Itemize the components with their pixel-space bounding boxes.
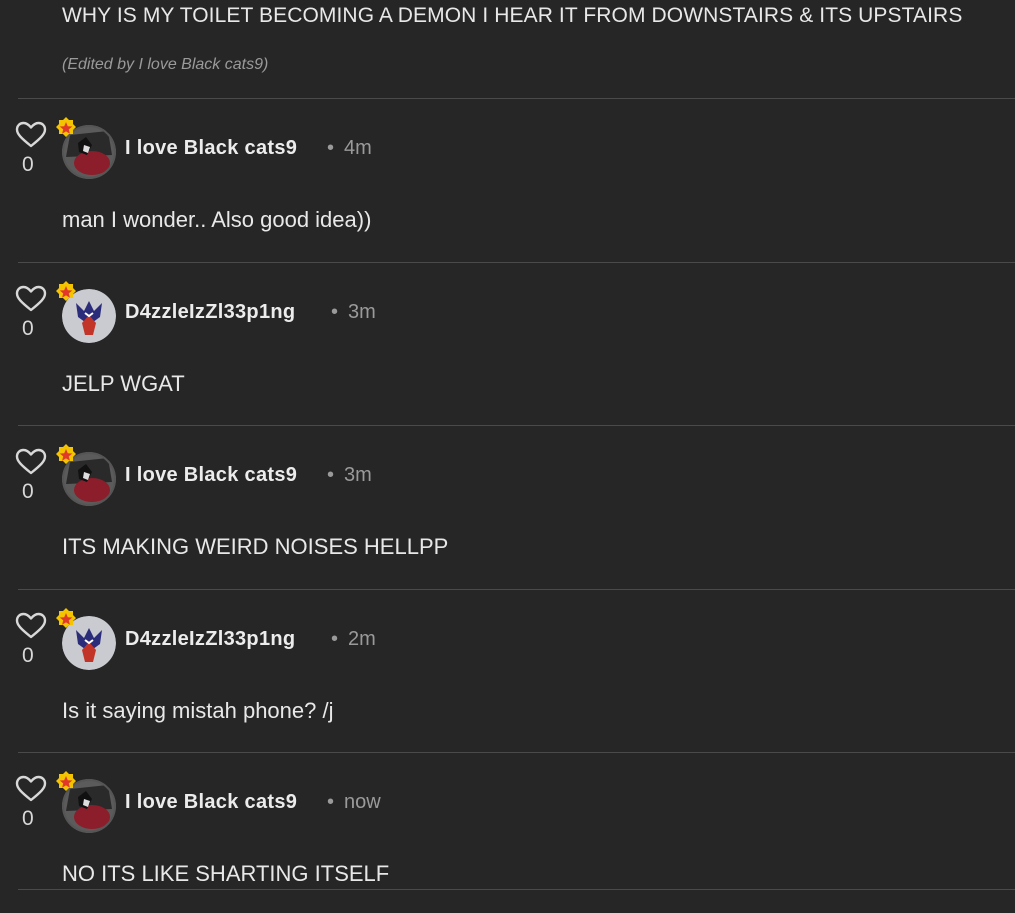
star-badge-icon bbox=[53, 116, 79, 142]
comment-text: NO ITS LIKE SHARTING ITSELF bbox=[62, 861, 390, 886]
comment-item: 0 I love Black cats9 • 4m man I wonder..… bbox=[0, 99, 1015, 259]
like-button[interactable] bbox=[15, 448, 47, 476]
comment-item: 0 I love Black cats9 • 3m ITS MAKING WEI… bbox=[0, 426, 1015, 586]
author-name[interactable]: I love Black cats9 bbox=[125, 137, 297, 160]
author-name[interactable]: D4zzleIzZl33p1ng bbox=[125, 301, 295, 324]
like-count: 0 bbox=[22, 153, 34, 176]
like-button[interactable] bbox=[15, 775, 47, 803]
timestamp: 3m bbox=[348, 301, 376, 323]
like-button[interactable] bbox=[15, 285, 47, 313]
comment-text: ITS MAKING WEIRD NOISES HELLPP bbox=[62, 534, 449, 559]
author-name[interactable]: I love Black cats9 bbox=[125, 464, 297, 487]
star-badge-icon bbox=[53, 607, 79, 633]
edited-note: (Edited by I love Black cats9) bbox=[62, 56, 269, 73]
star-badge-icon bbox=[53, 280, 79, 306]
separator-dot: • bbox=[327, 137, 335, 159]
like-button[interactable] bbox=[15, 121, 47, 149]
comment-text: JELP WGAT bbox=[62, 371, 185, 396]
timestamp: 2m bbox=[348, 628, 376, 650]
like-count: 0 bbox=[22, 317, 34, 340]
heart-outline-icon bbox=[15, 121, 47, 149]
post-message: WHY IS MY TOILET BECOMING A DEMON I HEAR… bbox=[62, 4, 963, 27]
timestamp: now bbox=[344, 791, 381, 813]
separator-dot: • bbox=[331, 628, 339, 650]
star-badge-icon bbox=[53, 770, 79, 796]
like-count: 0 bbox=[22, 644, 34, 667]
like-count: 0 bbox=[22, 480, 34, 503]
heart-outline-icon bbox=[15, 775, 47, 803]
separator-dot: • bbox=[327, 464, 335, 486]
divider bbox=[18, 889, 1015, 890]
star-badge-icon bbox=[53, 443, 79, 469]
like-button[interactable] bbox=[15, 612, 47, 640]
separator-dot: • bbox=[327, 791, 335, 813]
comment-item: 0 D4zzleIzZl33p1ng • 3m JELP WGAT bbox=[0, 263, 1015, 423]
timestamp: 3m bbox=[344, 464, 372, 486]
comment-text: man I wonder.. Also good idea)) bbox=[62, 207, 372, 232]
timestamp: 4m bbox=[344, 137, 372, 159]
author-name[interactable]: I love Black cats9 bbox=[125, 791, 297, 814]
heart-outline-icon bbox=[15, 612, 47, 640]
comment-item: 0 D4zzleIzZl33p1ng • 2m Is it saying mis… bbox=[0, 590, 1015, 750]
author-name[interactable]: D4zzleIzZl33p1ng bbox=[125, 628, 295, 651]
like-count: 0 bbox=[22, 807, 34, 830]
comment-text: Is it saying mistah phone? /j bbox=[62, 698, 334, 723]
separator-dot: • bbox=[331, 301, 339, 323]
heart-outline-icon bbox=[15, 285, 47, 313]
heart-outline-icon bbox=[15, 448, 47, 476]
